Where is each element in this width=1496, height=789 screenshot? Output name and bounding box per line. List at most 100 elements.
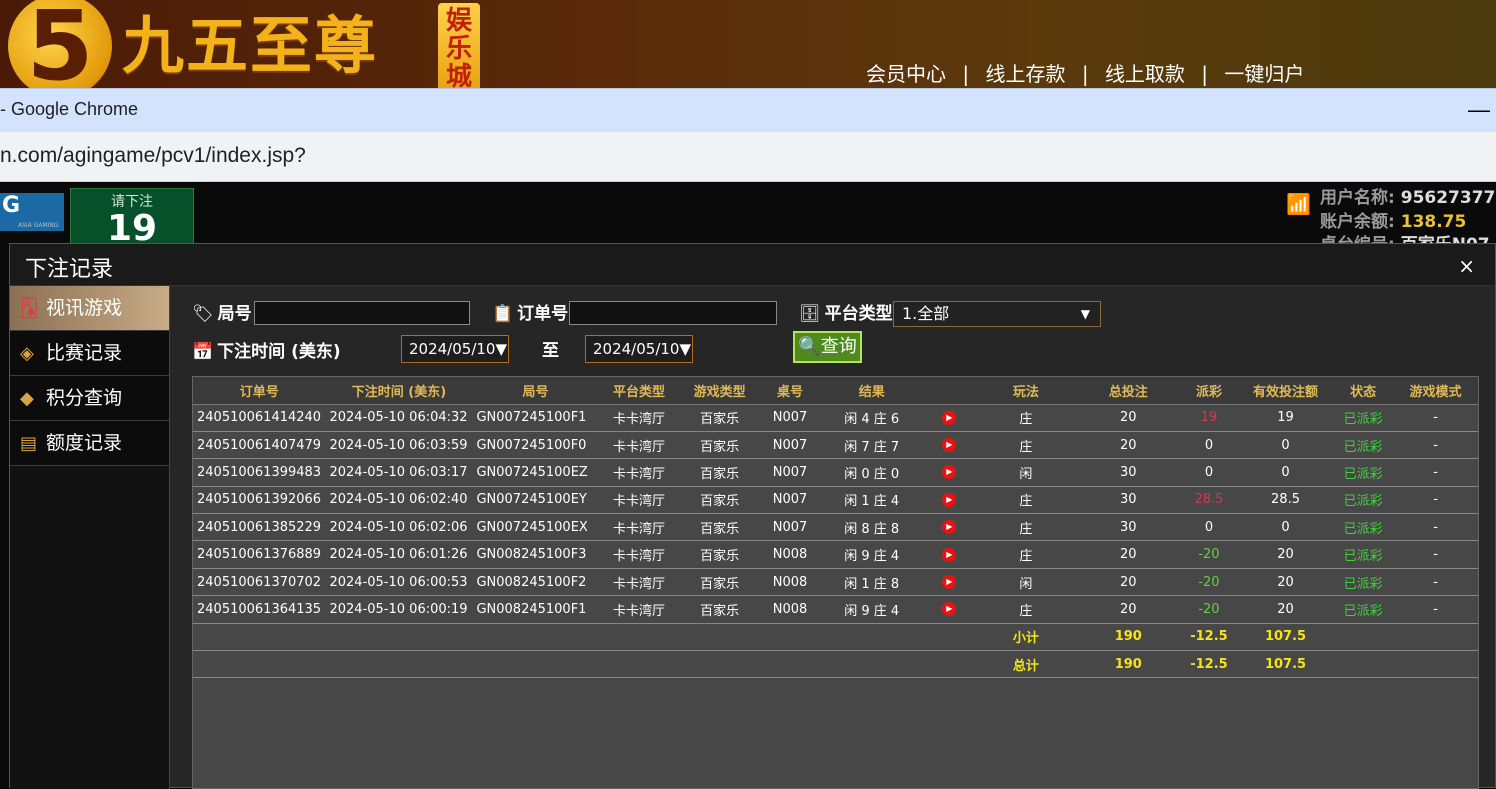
balance-value: 138.75 [1400, 212, 1467, 232]
empty-cell [598, 650, 680, 679]
game-mode-cell: - [1393, 568, 1478, 597]
empty-cell [923, 623, 976, 652]
url-text[interactable]: n.com/agingame/pcv1/index.jsp? [0, 144, 306, 168]
valid-bet-cell: 28.5 [1237, 486, 1334, 515]
site-logo-icon: 5 [8, 0, 112, 88]
play-video-icon[interactable]: ▶ [942, 465, 957, 480]
empty-cell [679, 650, 761, 679]
game-type-cell: 百家乐 [679, 431, 761, 460]
bet-time-cell: 2024-05-10 06:01:26 [325, 540, 473, 569]
payout-cell: -20 [1180, 568, 1238, 597]
payout-cell: 0 [1180, 431, 1238, 460]
link-online-deposit[interactable]: 线上存款 [985, 58, 1065, 87]
payout-cell: 0 [1180, 458, 1238, 487]
result-cell: 闲 1 庄 8 [820, 568, 924, 597]
table-id-cell: N007 [760, 486, 821, 515]
play-video-icon[interactable]: ▶ [942, 438, 957, 453]
result-cell: 闲 9 庄 4 [820, 540, 924, 569]
round-id-cell: GN008245100F3 [472, 540, 599, 569]
nav-label: 视讯游戏 [46, 297, 123, 319]
valid-bet-cell: 0 [1237, 458, 1334, 487]
round-id-cell: GN007245100EY [472, 486, 599, 515]
order-id-cell: 240510061392066 [193, 486, 326, 515]
time-filter-label: 📅 下注时间 (美东) [192, 342, 341, 362]
payout-cell: 0 [1180, 513, 1238, 542]
replay-cell: ▶ [923, 540, 976, 569]
round-id-cell: GN008245100F1 [472, 595, 599, 624]
top-links: 会员中心 | 线上存款 | 线上取款 | 一键归户 [866, 58, 1304, 87]
play-video-icon[interactable]: ▶ [942, 575, 957, 590]
order-id-cell: 240510061399483 [193, 458, 326, 487]
result-cell: 闲 9 庄 4 [820, 595, 924, 624]
round-id-cell: GN007245100F0 [472, 431, 599, 460]
date-to-select[interactable]: 2024/05/10▼ [585, 335, 693, 363]
play-video-icon[interactable]: ▶ [942, 492, 957, 507]
order-id-cell: 240510061376889 [193, 540, 326, 569]
link-separator: | [1201, 62, 1209, 86]
payout-cell: 19 [1180, 404, 1238, 432]
valid-bet-cell: 19 [1237, 404, 1334, 432]
play-video-icon[interactable]: ▶ [942, 547, 957, 562]
valid-bet-cell: 20 [1237, 568, 1334, 597]
column-header: 结果 [820, 377, 924, 405]
summary-total-bet: 190 [1076, 650, 1180, 679]
nav-match-records[interactable]: ◈ 比赛记录 [10, 331, 169, 376]
summary-label: 小计 [975, 623, 1077, 652]
table-row: 240510061370702 2024-05-10 06:00:53 GN0082… [193, 568, 1478, 597]
bet-time-cell: 2024-05-10 06:03:17 [325, 458, 473, 487]
game-type-cell: 百家乐 [679, 595, 761, 624]
total-row: 总计 190 -12.5 107.5 [193, 650, 1478, 679]
address-bar[interactable]: n.com/agingame/pcv1/index.jsp? [0, 132, 1496, 182]
platform-cell: 卡卡湾厅 [598, 568, 680, 597]
nav-credit-records[interactable]: ▤ 额度记录 [10, 421, 169, 466]
nav-video-games[interactable]: 🂡 视讯游戏 [10, 286, 169, 331]
column-header: 状态 [1333, 377, 1394, 405]
link-separator: | [1081, 62, 1089, 86]
order-id-cell: 240510061370702 [193, 568, 326, 597]
total-bet-cell: 20 [1076, 404, 1180, 432]
close-icon[interactable]: × [1458, 254, 1475, 278]
play-type-cell: 庄 [975, 486, 1077, 515]
play-video-icon[interactable]: ▶ [942, 410, 957, 425]
platform-cell: 卡卡湾厅 [598, 431, 680, 460]
link-one-click-return[interactable]: 一键归户 [1224, 58, 1304, 87]
modal-sidenav: 🂡 视讯游戏 ◈ 比赛记录 ◆ 积分查询 ▤ 额度记录 [10, 286, 170, 789]
query-button[interactable]: 🔍查询 [793, 331, 862, 363]
status-badge: 已派彩 [1333, 595, 1394, 624]
nav-points-query[interactable]: ◆ 积分查询 [10, 376, 169, 421]
replay-cell: ▶ [923, 513, 976, 542]
link-member-center[interactable]: 会员中心 [866, 58, 946, 87]
empty-cell [760, 650, 821, 679]
link-online-withdraw[interactable]: 线上取款 [1105, 58, 1185, 87]
link-separator: | [962, 62, 970, 86]
column-header: 有效投注额 [1237, 377, 1334, 405]
total-bet-cell: 30 [1076, 513, 1180, 542]
play-video-icon[interactable]: ▶ [942, 520, 957, 535]
total-bet-cell: 20 [1076, 540, 1180, 569]
empty-cell [1333, 623, 1394, 652]
column-header: 玩法 [975, 377, 1077, 405]
column-header: 游戏类型 [679, 377, 761, 405]
order-input[interactable] [569, 301, 777, 325]
modal-title: 下注记录 [25, 257, 114, 282]
round-input[interactable] [254, 301, 470, 325]
game-mode-cell: - [1393, 404, 1478, 432]
empty-cell [193, 623, 326, 652]
date-from-select[interactable]: 2024/05/10▼ [401, 335, 509, 363]
status-badge: 已派彩 [1333, 404, 1394, 432]
play-video-icon[interactable]: ▶ [942, 602, 957, 617]
empty-cell [760, 623, 821, 652]
platform-select[interactable]: 1.全部 ▼ [893, 301, 1101, 327]
bet-countdown-box: 请下注 19 [70, 188, 194, 247]
round-id-cell: GN007245100F1 [472, 404, 599, 432]
minimize-icon[interactable]: — [1468, 97, 1490, 123]
bet-time-cell: 2024-05-10 06:02:40 [325, 486, 473, 515]
game-mode-cell: - [1393, 458, 1478, 487]
summary-total-bet: 190 [1076, 623, 1180, 652]
table-id-cell: N008 [760, 540, 821, 569]
user-info-panel: 用户名称: 956273770 账户余额: 138.75 桌台编号: 百家乐N0… [1282, 183, 1496, 255]
table-id-cell: N007 [760, 458, 821, 487]
column-header [923, 377, 976, 405]
column-header: 平台类型 [598, 377, 680, 405]
order-filter-label: 📋 订单号 [492, 304, 569, 324]
